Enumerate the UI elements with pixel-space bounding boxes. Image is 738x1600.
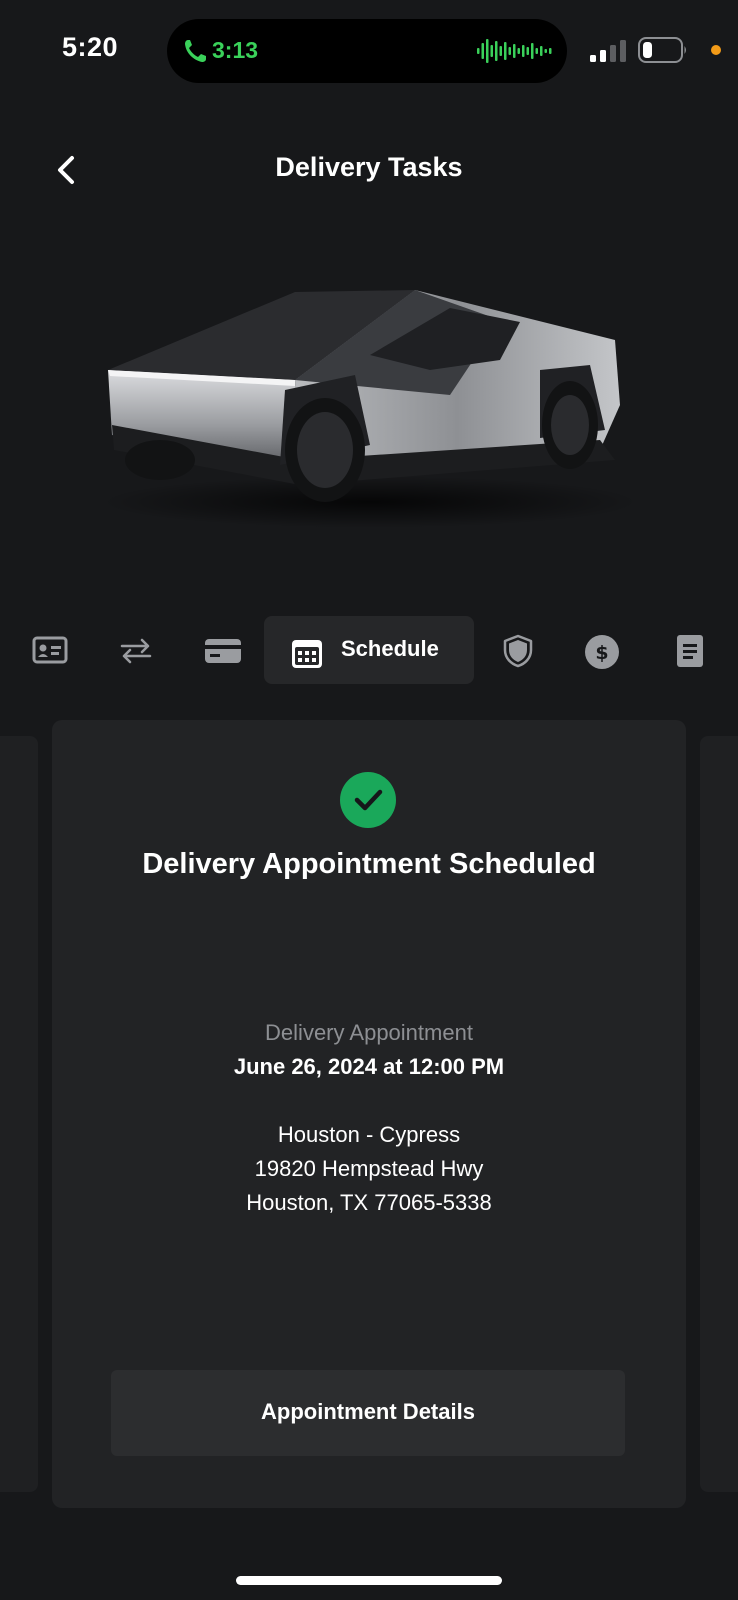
appointment-details-button[interactable]: Appointment Details [111,1370,625,1456]
transfer-arrows-icon [120,638,152,664]
page-title: Delivery Tasks [275,152,463,182]
svg-text:$: $ [595,642,608,664]
phone-icon [185,40,206,62]
cellular-signal-icon [590,40,626,62]
screen: 5:20 3:13 Delivery Tasks Schedule $ Deli… [0,0,738,1600]
tab-documents[interactable] [668,616,712,684]
dynamic-island[interactable]: 3:13 [167,19,567,83]
tab-identity[interactable] [28,616,72,684]
check-circle-icon [340,772,396,828]
task-tabs: Schedule $ [0,616,738,686]
schedule-card: Delivery Appointment Scheduled Delivery … [52,720,686,1508]
tab-payment[interactable] [198,616,248,684]
tab-trade-in[interactable] [114,616,158,684]
status-time: 5:20 [62,32,119,62]
address-line-2: Houston, TX 77065-5338 [246,1190,492,1215]
next-task-card[interactable] [700,736,738,1492]
credit-card-icon [205,639,241,663]
document-icon [677,635,703,667]
dollar-icon: $ [585,635,619,669]
tab-schedule[interactable]: Schedule [264,616,474,684]
privacy-indicator [711,45,721,55]
appointment-datetime: June 26, 2024 at 12:00 PM [233,1054,505,1079]
tab-insurance[interactable] [496,616,540,684]
battery-icon [638,37,686,63]
address-line-1: 19820 Hempstead Hwy [254,1156,484,1181]
previous-task-card[interactable] [0,736,38,1492]
vehicle-image [100,290,640,528]
tab-financing[interactable]: $ [580,616,624,684]
tab-schedule-label: Schedule [341,636,439,661]
shield-icon [503,634,533,668]
appointment-details-label: Appointment Details [261,1399,475,1424]
card-heading: Delivery Appointment Scheduled [142,848,596,880]
appointment-label: Delivery Appointment [265,1020,473,1045]
id-card-icon [32,636,68,664]
call-timer: 3:13 [212,37,259,63]
audio-waveform-icon [477,39,552,63]
calendar-icon [292,640,322,668]
location-name: Houston - Cypress [277,1122,461,1147]
home-indicator[interactable] [236,1576,502,1585]
